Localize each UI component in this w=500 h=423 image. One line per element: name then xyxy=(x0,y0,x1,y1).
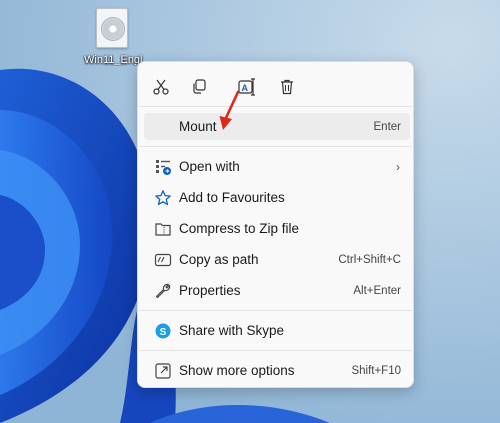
scissors-icon xyxy=(153,79,169,95)
delete-button[interactable] xyxy=(274,74,300,100)
menu-item-shortcut: Shift+F10 xyxy=(351,364,401,377)
menu-item-label: Share with Skype xyxy=(179,323,285,338)
cut-button[interactable] xyxy=(148,74,174,100)
menu-item-show-more-options[interactable]: Show more options Shift+F10 xyxy=(144,357,410,384)
svg-text:S: S xyxy=(160,327,167,338)
menu-item-label: Compress to Zip file xyxy=(179,221,300,236)
disc-image-icon xyxy=(96,8,128,48)
menu-item-compress-zip[interactable]: Compress to Zip file xyxy=(144,215,410,242)
menu-item-add-to-favourites[interactable]: Add to Favourites xyxy=(144,184,410,211)
separator xyxy=(139,106,412,107)
menu-item-label: Show more options xyxy=(179,363,295,378)
menu-item-label: Open with xyxy=(179,159,240,174)
copy-icon xyxy=(193,79,206,94)
menu-item-copy-as-path[interactable]: Copy as path Ctrl+Shift+C xyxy=(144,246,410,273)
zip-icon xyxy=(152,218,174,240)
menu-item-label: Properties xyxy=(179,283,241,298)
context-menu: A Mount Enter Open with › Add to Favouri… xyxy=(137,61,414,388)
star-icon xyxy=(152,187,174,209)
external-icon xyxy=(152,360,174,382)
trash-icon xyxy=(281,79,293,95)
copy-button[interactable] xyxy=(186,74,212,100)
menu-item-label: Add to Favourites xyxy=(179,190,285,205)
copy-path-icon xyxy=(152,249,174,271)
chevron-right-icon: › xyxy=(396,159,400,174)
menu-item-shortcut: Alt+Enter xyxy=(353,284,401,297)
menu-item-label: Mount xyxy=(179,119,217,134)
menu-item-shortcut: Enter xyxy=(373,120,402,133)
menu-item-label: Copy as path xyxy=(179,252,259,267)
menu-item-properties[interactable]: Properties Alt+Enter xyxy=(144,277,410,304)
desktop-iso-file[interactable]: Win11_Engl xyxy=(80,8,144,66)
menu-item-open-with[interactable]: Open with › xyxy=(144,153,410,180)
open-with-icon xyxy=(152,156,174,178)
desktop-file-label: Win11_Engl xyxy=(84,54,143,66)
annotation-arrow-icon xyxy=(219,90,240,130)
separator xyxy=(139,350,412,351)
separator xyxy=(139,310,412,311)
menu-item-shortcut: Ctrl+Shift+C xyxy=(338,253,401,266)
skype-icon: S xyxy=(152,320,174,342)
separator xyxy=(139,146,412,147)
menu-item-share-skype[interactable]: S Share with Skype xyxy=(144,317,410,344)
wrench-icon xyxy=(152,280,174,302)
menu-item-mount[interactable]: Mount Enter xyxy=(144,113,410,140)
